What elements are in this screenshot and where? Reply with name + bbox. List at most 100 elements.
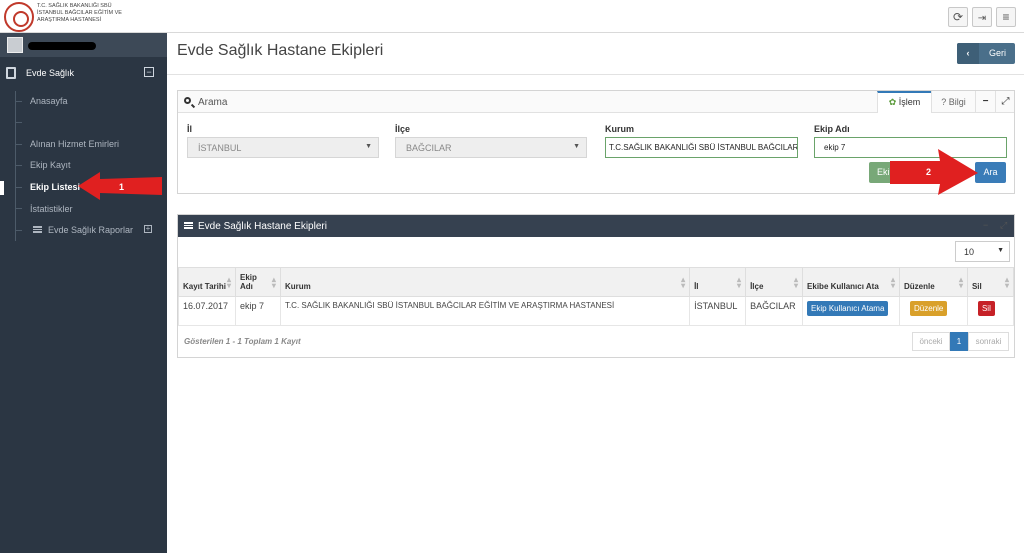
- pagination-prev[interactable]: önceki: [912, 332, 950, 351]
- column-header-duzenle[interactable]: Düzenle ▴ ▾: [899, 267, 968, 297]
- pagination-next[interactable]: sonraki: [968, 332, 1009, 351]
- ilce-select[interactable]: BAĞCILAR ▼: [395, 137, 587, 158]
- sort-icon: ▴ ▾: [737, 275, 742, 290]
- list-icon: [184, 222, 193, 229]
- column-header-kurum[interactable]: Kurum ▴ ▾: [279, 267, 691, 297]
- kurum-field[interactable]: T.C.SAĞLIK BAKANLIĞI SBÜ İSTANBUL BAĞCIL…: [605, 137, 798, 158]
- search-panel-title: Arama: [198, 97, 228, 108]
- sidebar-item-anasayfa[interactable]: Anasayfa: [30, 96, 68, 106]
- tree-tick: [15, 144, 22, 145]
- page-size-value: 10: [964, 247, 975, 257]
- hospital-name: T.C. SAĞLIK BAKANLIĞI SBÜ İSTANBUL BAĞCI…: [37, 3, 137, 24]
- il-select[interactable]: İSTANBUL ▼: [187, 137, 379, 158]
- sidebar: Evde Sağlık − Anasayfa Alınan Hizmet Emi…: [0, 33, 167, 553]
- hospital-name-line-1: T.C. SAĞLIK BAKANLIĞI SBÜ: [37, 3, 112, 9]
- tree-tick: [15, 208, 22, 209]
- list-icon: [33, 226, 42, 233]
- tab-islem-label: İşlem: [898, 97, 921, 107]
- sort-icon: ▴ ▾: [794, 275, 799, 290]
- sidebar-item-ekip-listesi[interactable]: Ekip Listesi: [30, 182, 80, 192]
- tree-tick: [15, 101, 22, 102]
- cell-team: ekip 7: [234, 296, 281, 326]
- tab-bilgi[interactable]: ? Bilgi: [931, 91, 975, 113]
- avatar: [7, 37, 23, 53]
- user-bar: [0, 33, 167, 57]
- column-header-kayit-tarihi[interactable]: Kayıt Tarihi ▴ ▾: [178, 267, 236, 297]
- minus-icon: −: [982, 96, 989, 107]
- menu-icon: ≡: [1002, 10, 1010, 24]
- expand-icon[interactable]: +: [144, 225, 152, 233]
- expand-arrows-icon[interactable]: ⤢: [1000, 220, 1007, 231]
- cell-edit: Düzenle: [899, 296, 968, 326]
- logout-button[interactable]: ⇥: [972, 7, 992, 27]
- page-title: Evde Sağlık Hastane Ekipleri: [177, 42, 384, 59]
- results-panel: Evde Sağlık Hastane Ekipleri − ⤢ 10 ▼ Ka…: [177, 214, 1015, 358]
- tab-islem[interactable]: ✿ İşlem: [877, 91, 931, 113]
- edit-button[interactable]: Düzenle: [910, 301, 948, 316]
- column-header-label: Sil: [971, 282, 982, 291]
- annotation-arrow-2: [890, 149, 980, 197]
- cell-date: 16.07.2017: [178, 296, 236, 326]
- sidebar-item-ekip-kayit[interactable]: Ekip Kayıt: [30, 160, 71, 170]
- search-icon: [184, 97, 191, 104]
- column-header-ekibe-kullanici-ata[interactable]: Ekibe Kullanıcı Ata ▴ ▾: [802, 267, 901, 297]
- pagination-page-1[interactable]: 1: [950, 332, 968, 351]
- column-header-label: İlçe: [750, 282, 764, 291]
- search-panel-header: Arama ✿ İşlem ? Bilgi − ⤢: [178, 91, 1014, 113]
- sidebar-item-istatistikler[interactable]: İstatistikler: [30, 204, 73, 214]
- hospital-name-line-3: ARAŞTIRMA HASTANESİ: [37, 17, 102, 23]
- main-content: Evde Sağlık Hastane Ekipleri ‹ Geri Aram…: [167, 33, 1024, 553]
- fullscreen-button[interactable]: ⤢: [995, 91, 1015, 113]
- sidebar-tree-line: [15, 91, 16, 241]
- caret-down-icon: ▼: [365, 143, 372, 150]
- cell-delete: Sil: [966, 296, 1015, 326]
- cell-district: BAĞCILAR: [745, 296, 804, 326]
- arrow-right-icon: [890, 149, 978, 195]
- title-divider: [167, 74, 1024, 75]
- column-header-label: Kayıt Tarihi: [183, 282, 226, 291]
- expand-arrows-icon: ⤢: [1001, 96, 1010, 107]
- question-icon: ?: [941, 97, 947, 107]
- sidebar-item-alinan-hizmet-emirleri[interactable]: Alınan Hizmet Emirleri: [30, 139, 119, 149]
- refresh-icon: ⟳: [952, 10, 964, 24]
- caret-down-icon: ▼: [997, 247, 1004, 254]
- sort-icon: ▴ ▾: [271, 275, 276, 290]
- sidebar-section-evde-saglik[interactable]: Evde Sağlık −: [0, 62, 167, 84]
- column-header-ekip-adi[interactable]: Ekip Adı ▴ ▾: [234, 267, 281, 297]
- sort-icon: ▴ ▾: [681, 275, 686, 290]
- annotation-number-1: 1: [119, 182, 125, 192]
- page-size-select[interactable]: 10 ▼: [955, 241, 1010, 262]
- column-header-label: Ekibe Kullanıcı Ata: [807, 282, 879, 291]
- collapse-icon[interactable]: −: [144, 67, 154, 77]
- kurum-label: Kurum: [605, 124, 634, 134]
- cell-province: İSTANBUL: [689, 296, 747, 326]
- column-header-label: Kurum: [284, 282, 311, 291]
- column-header-sil[interactable]: Sil ▴ ▾: [966, 267, 1015, 297]
- ministry-logo: [4, 2, 34, 32]
- tree-tick: [15, 187, 22, 188]
- chevron-left-icon: ‹: [957, 43, 979, 64]
- cell-institution: T.C. SAĞLIK BAKANLIĞI SBÜ İSTANBUL BAĞCI…: [279, 296, 691, 326]
- delete-button[interactable]: Sil: [977, 301, 995, 316]
- assign-users-button[interactable]: Ekip Kullanıcı Atama: [807, 301, 889, 316]
- sort-icon: ▴ ▾: [891, 275, 896, 290]
- tree-tick: [15, 165, 22, 166]
- sort-icon: ▴ ▾: [226, 275, 231, 290]
- sidebar-item-evde-saglik-raporlar[interactable]: Evde Sağlık Raporlar: [48, 225, 133, 235]
- results-table: Kayıt Tarihi ▴ ▾ Ekip Adı ▴ ▾ Kurum ▴ ▾ İl ▴ ▾ İ…: [178, 267, 1015, 326]
- column-header-ilce[interactable]: İlçe ▴ ▾: [745, 267, 804, 297]
- tab-bilgi-label: Bilgi: [948, 97, 966, 107]
- column-header-il[interactable]: İl ▴ ▾: [689, 267, 747, 297]
- caret-down-icon: ▼: [573, 143, 580, 150]
- il-label: İl: [187, 124, 193, 134]
- sort-icon: ▴ ▾: [958, 275, 963, 290]
- annotation-number-2: 2: [926, 167, 932, 177]
- tree-tick: [15, 122, 22, 123]
- minimize-icon[interactable]: −: [983, 220, 988, 230]
- back-button[interactable]: ‹ Geri: [957, 43, 1015, 64]
- tree-tick: [15, 230, 22, 231]
- minimize-button[interactable]: −: [975, 91, 995, 113]
- menu-button[interactable]: ≡: [996, 7, 1016, 27]
- results-panel-title: Evde Sağlık Hastane Ekipleri: [198, 221, 327, 232]
- refresh-button[interactable]: ⟳: [948, 7, 968, 27]
